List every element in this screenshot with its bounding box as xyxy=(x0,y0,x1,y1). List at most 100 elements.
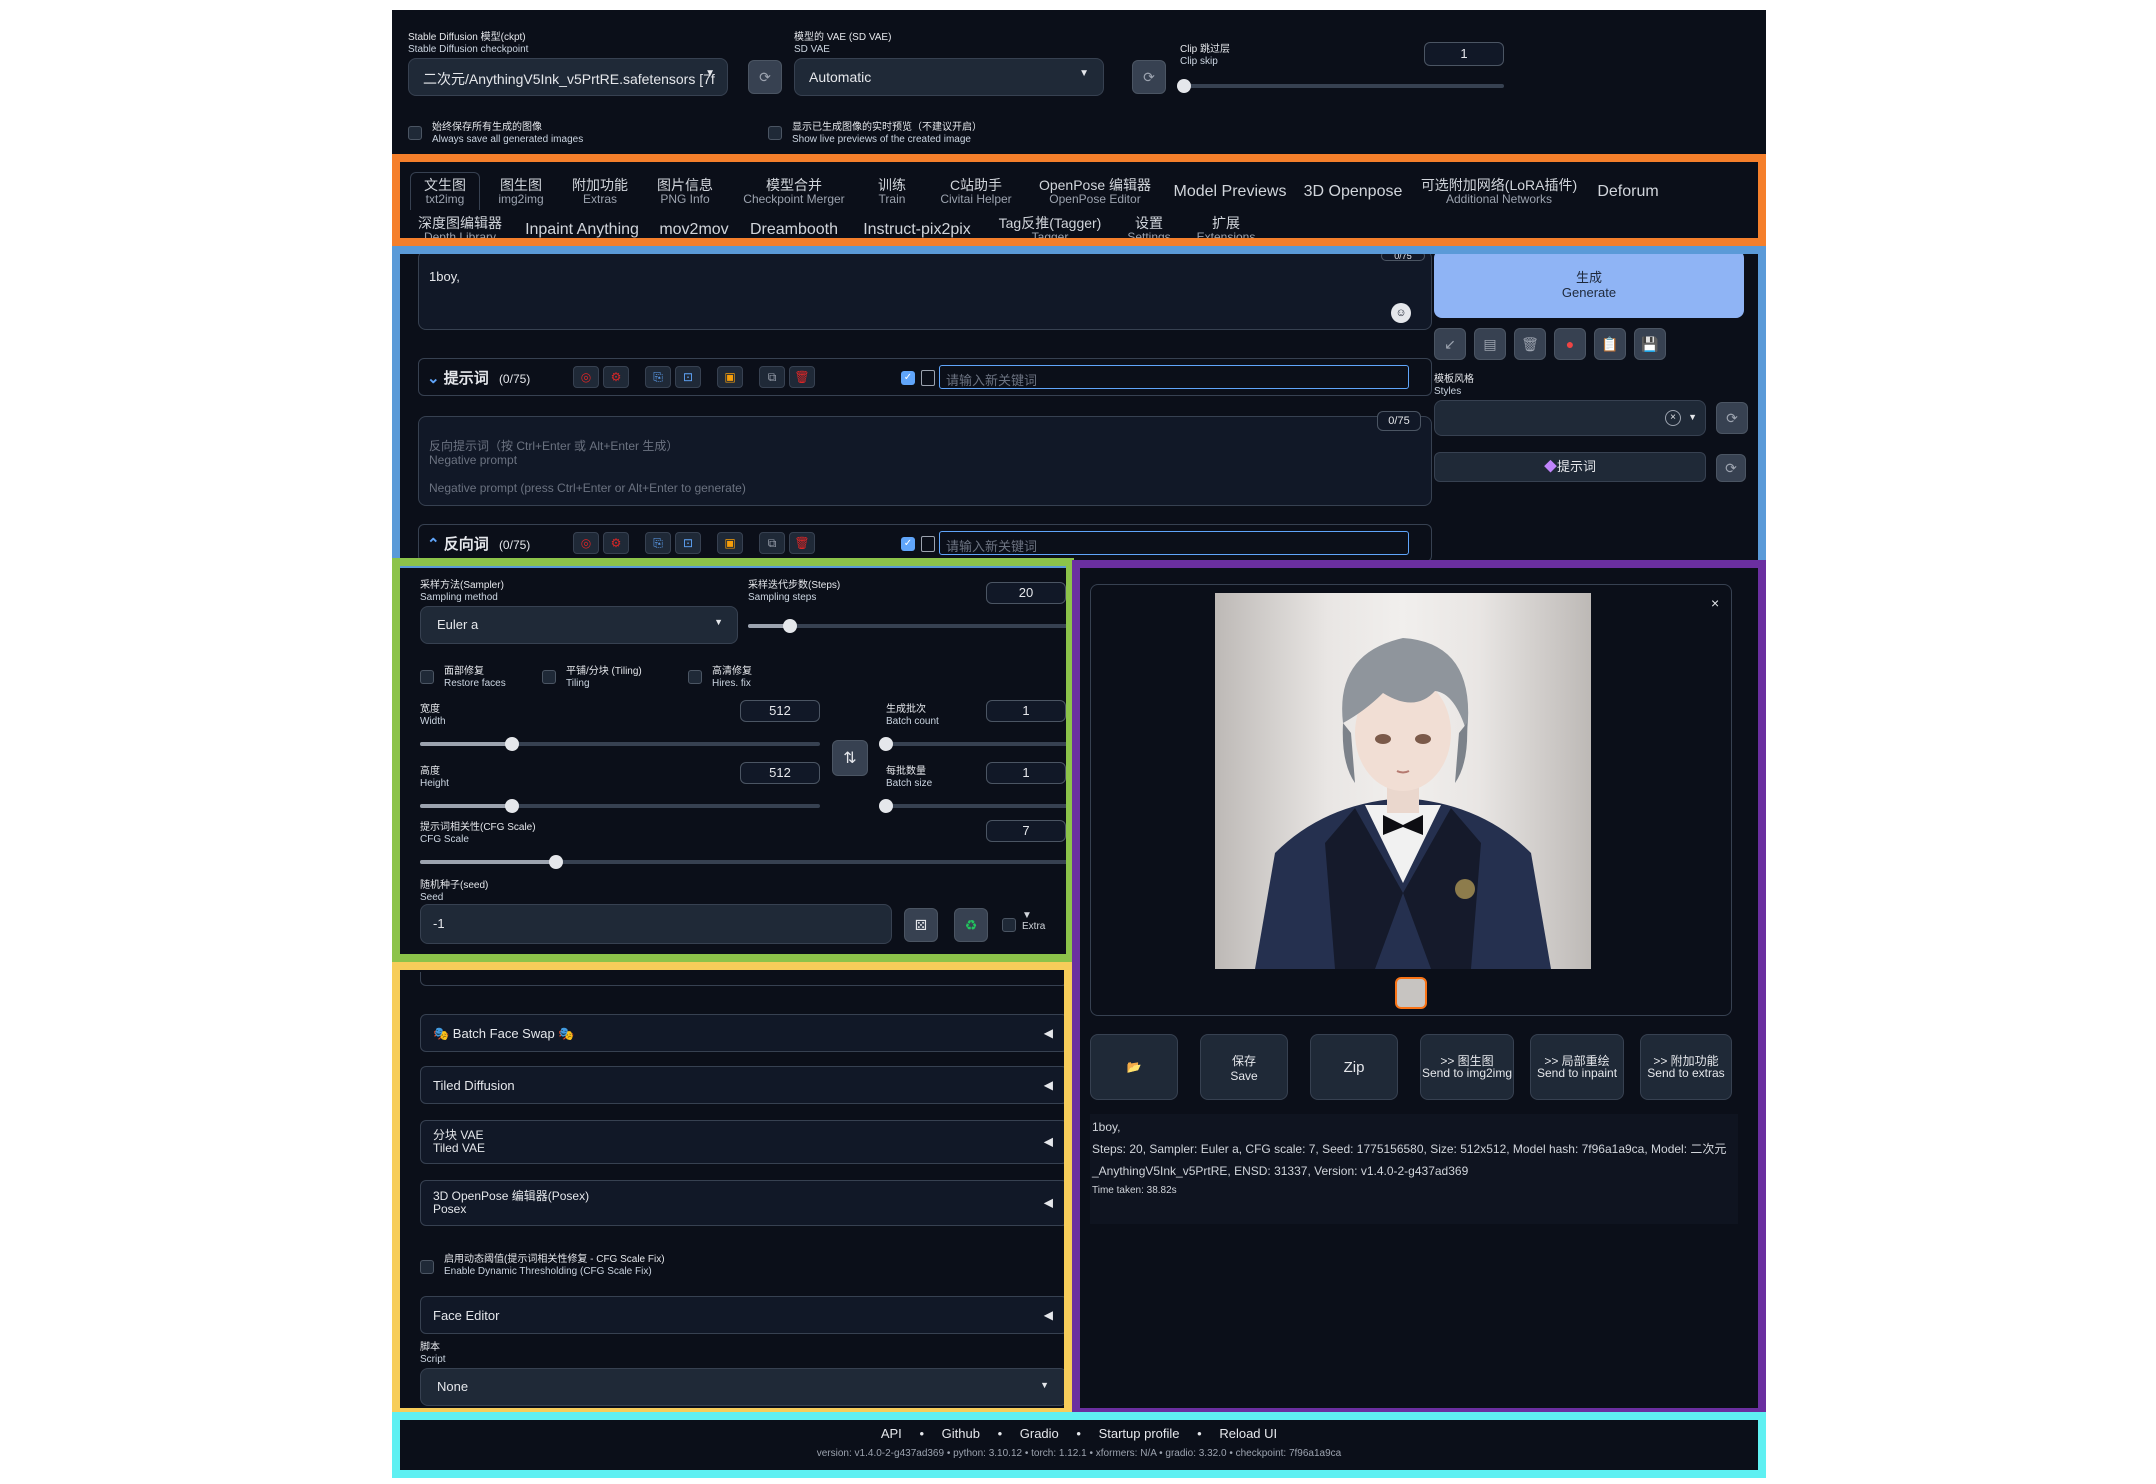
batch-count-slider[interactable] xyxy=(879,737,1068,751)
panel-icon[interactable] xyxy=(921,536,935,552)
save-style-button[interactable]: 💾 xyxy=(1634,328,1666,360)
refresh-vae-button[interactable]: ⟳ xyxy=(1132,60,1166,94)
tab-tagger[interactable]: Tag反推(Tagger) Tagger xyxy=(992,216,1108,244)
face-editor-accordion[interactable]: Face Editor ◀ xyxy=(420,1296,1068,1334)
bookmark-icon[interactable]: ⊡ xyxy=(675,532,701,554)
live-preview-checkbox[interactable] xyxy=(768,126,782,140)
translate-icon[interactable]: ◎ xyxy=(573,532,599,554)
sampler-dropdown[interactable]: Euler a ▼ xyxy=(420,606,738,644)
footer-link-github[interactable]: Github xyxy=(942,1426,980,1441)
trash-icon[interactable]: 🗑 xyxy=(789,532,815,554)
posex-accordion[interactable]: 3D OpenPose 编辑器(Posex) Posex ◀ xyxy=(420,1180,1068,1226)
keyword-input[interactable]: 请输入新关键词 xyxy=(939,531,1409,555)
tab-extensions[interactable]: 扩展 Extensions xyxy=(1188,216,1264,244)
copy-icon[interactable]: ⧉ xyxy=(759,366,785,388)
tab-openpose-editor[interactable]: OpenPose 编辑器 OpenPose Editor xyxy=(1034,178,1156,206)
seed-input[interactable]: -1 xyxy=(420,904,892,944)
checkpoint-dropdown[interactable]: 二次元/AnythingV5Ink_v5PrtRE.safetensors [7… xyxy=(408,58,728,96)
cfg-slider[interactable] xyxy=(420,855,1068,869)
refresh-checkpoint-button[interactable]: ⟳ xyxy=(748,60,782,94)
clear-icon[interactable]: × xyxy=(1665,410,1681,426)
tiling-checkbox[interactable] xyxy=(542,670,556,684)
clear-prompt-button[interactable]: 🗑 xyxy=(1514,328,1546,360)
generated-image[interactable] xyxy=(1215,593,1591,969)
zip-button[interactable]: Zip xyxy=(1310,1034,1398,1100)
dynamic-thresholding-checkbox[interactable] xyxy=(420,1260,434,1274)
refresh-styles-button[interactable]: ⟳ xyxy=(1716,402,1748,434)
tab-dreambooth[interactable]: Dreambooth xyxy=(744,222,844,238)
steps-slider[interactable] xyxy=(748,619,1068,633)
bookmark-icon[interactable]: ⊡ xyxy=(675,366,701,388)
save-all-checkbox[interactable] xyxy=(408,126,422,140)
slider-handle[interactable] xyxy=(879,799,893,813)
slider-handle[interactable] xyxy=(505,799,519,813)
apply-style-button[interactable]: 📋 xyxy=(1594,328,1626,360)
send-to-extras-button[interactable]: >> 附加功能 Send to extras xyxy=(1640,1034,1732,1100)
tab-additional-networks[interactable]: 可选附加网络(LoRA插件) Additional Networks xyxy=(1414,178,1584,206)
tab-instruct-pix2pix[interactable]: Instruct-pix2pix xyxy=(854,222,980,238)
paste-button[interactable]: ▤ xyxy=(1474,328,1506,360)
assistant-icon[interactable]: ☺ xyxy=(1391,303,1411,323)
height-slider[interactable] xyxy=(420,799,820,813)
image-thumbnail[interactable] xyxy=(1395,977,1427,1009)
import-icon[interactable]: ⎘ xyxy=(645,366,671,388)
clip-skip-input[interactable]: 1 xyxy=(1424,42,1504,66)
keyword-input[interactable]: 请输入新关键词 xyxy=(939,365,1409,389)
generate-button[interactable]: 生成 Generate xyxy=(1434,250,1744,318)
batch-count-input[interactable]: 1 xyxy=(986,700,1066,722)
settings-icon[interactable]: ⚙ xyxy=(603,532,629,554)
slider-handle[interactable] xyxy=(879,737,893,751)
random-seed-button[interactable]: ⚄ xyxy=(904,908,938,942)
translate-icon[interactable]: ◎ xyxy=(573,366,599,388)
tab-train[interactable]: 训练 Train xyxy=(864,178,920,206)
batch-size-input[interactable]: 1 xyxy=(986,762,1066,784)
prompt-helper-button[interactable]: ◆提示词 xyxy=(1434,452,1706,482)
refresh-prompt-button[interactable]: ⟳ xyxy=(1716,454,1746,482)
tab-txt2img[interactable]: 文生图 txt2img xyxy=(410,178,480,206)
extra-networks-button[interactable]: ● xyxy=(1554,328,1586,360)
hires-fix-checkbox[interactable] xyxy=(688,670,702,684)
panel-icon[interactable] xyxy=(921,370,935,386)
restore-params-button[interactable]: ↙ xyxy=(1434,328,1466,360)
tab-settings[interactable]: 设置 Settings xyxy=(1116,216,1182,244)
cfg-input[interactable]: 7 xyxy=(986,820,1066,842)
image-icon[interactable]: ▣ xyxy=(717,532,743,554)
negative-prompt-textarea[interactable]: 0/75 反向提示词（按 Ctrl+Enter 或 Alt+Enter 生成） … xyxy=(418,411,1432,506)
tab-3d-openpose[interactable]: 3D Openpose xyxy=(1298,184,1408,200)
height-input[interactable]: 512 xyxy=(740,762,820,784)
collapsed-section[interactable] xyxy=(420,972,1068,986)
extra-seed-checkbox[interactable] xyxy=(1002,918,1016,932)
width-input[interactable]: 512 xyxy=(740,700,820,722)
footer-link-gradio[interactable]: Gradio xyxy=(1020,1426,1059,1441)
import-icon[interactable]: ⎘ xyxy=(645,532,671,554)
batch-size-slider[interactable] xyxy=(879,799,1068,813)
trash-icon[interactable]: 🗑 xyxy=(789,366,815,388)
tab-checkpoint-merger[interactable]: 模型合并 Checkpoint Merger xyxy=(734,178,854,206)
send-to-inpaint-button[interactable]: >> 局部重绘 Send to inpaint xyxy=(1530,1034,1624,1100)
keyword-checkbox[interactable]: ✓ xyxy=(901,537,915,551)
reuse-seed-button[interactable]: ♻ xyxy=(954,908,988,942)
slider-handle[interactable] xyxy=(782,619,797,633)
save-button[interactable]: 保存 Save xyxy=(1200,1034,1288,1100)
tab-civitai-helper[interactable]: C站助手 Civitai Helper xyxy=(928,178,1024,206)
image-icon[interactable]: ▣ xyxy=(717,366,743,388)
width-slider[interactable] xyxy=(420,737,820,751)
footer-link-api[interactable]: API xyxy=(881,1426,902,1441)
vae-dropdown[interactable]: Automatic ▼ xyxy=(794,58,1104,96)
tiled-vae-accordion[interactable]: 分块 VAE Tiled VAE ◀ xyxy=(420,1120,1068,1164)
negative-tag-toggle[interactable]: ⌃ 反向词 (0/75) xyxy=(427,533,530,554)
prompt-textarea[interactable]: 1boy, 0/75 ☺ xyxy=(418,250,1432,330)
tab-deforum[interactable]: Deforum xyxy=(1588,184,1668,200)
prompt-tag-toggle[interactable]: ⌄ 提示词 (0/75) xyxy=(427,367,530,388)
tab-depth-library[interactable]: 深度图编辑器 Depth Library xyxy=(410,216,510,244)
tab-model-previews[interactable]: Model Previews xyxy=(1166,184,1294,200)
tab-img2img[interactable]: 图生图 img2img xyxy=(486,178,556,206)
send-to-img2img-button[interactable]: >> 图生图 Send to img2img xyxy=(1420,1034,1514,1100)
styles-dropdown[interactable]: × ▼ xyxy=(1434,400,1706,436)
footer-link-startup-profile[interactable]: Startup profile xyxy=(1099,1426,1180,1441)
open-folder-button[interactable]: 📂 xyxy=(1090,1034,1178,1100)
slider-handle[interactable] xyxy=(505,737,519,751)
tab-inpaint-anything[interactable]: Inpaint Anything xyxy=(518,222,646,238)
footer-link-reload-ui[interactable]: Reload UI xyxy=(1219,1426,1277,1441)
tiled-diffusion-accordion[interactable]: Tiled Diffusion ◀ xyxy=(420,1066,1068,1104)
